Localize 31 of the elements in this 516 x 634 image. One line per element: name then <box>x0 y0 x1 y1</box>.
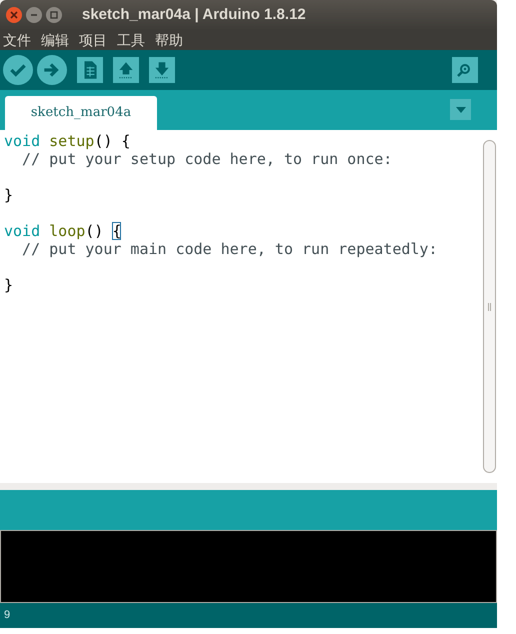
window-title: sketch_mar04a | Arduino 1.8.12 <box>82 4 306 25</box>
serial-monitor-button[interactable] <box>452 57 478 83</box>
code-token: } <box>4 186 14 204</box>
menu-item[interactable]: 文件 <box>3 30 31 50</box>
caret-icon <box>456 106 466 112</box>
minimize-icon[interactable] <box>26 7 42 23</box>
line-number: 9 <box>4 608 10 624</box>
scrollbar[interactable] <box>483 140 496 473</box>
new-button[interactable] <box>77 57 103 83</box>
sketch-tab[interactable]: sketch_mar04a <box>5 96 157 130</box>
code-token: () { <box>94 132 130 150</box>
matched-bracket: { <box>112 222 122 240</box>
code-token: void <box>4 222 42 240</box>
menu-item[interactable]: 帮助 <box>155 30 183 50</box>
menu-item[interactable]: 项目 <box>79 30 107 50</box>
verify-button[interactable] <box>3 55 33 85</box>
code-comment: // put your main code here, to run repeatedly: <box>21 240 438 258</box>
code-comment: // put your setup code here, to run once: <box>21 150 392 168</box>
close-icon[interactable] <box>6 7 22 23</box>
code-token: loop <box>49 222 86 240</box>
tab-menu-button[interactable] <box>450 99 471 120</box>
upload-button[interactable] <box>37 55 67 85</box>
open-button[interactable] <box>113 57 139 83</box>
menu-item[interactable]: 工具 <box>117 30 145 50</box>
menu-item[interactable]: 编辑 <box>41 30 69 50</box>
code-token: () <box>85 222 104 240</box>
maximize-icon[interactable] <box>46 7 62 23</box>
code-token: void <box>4 132 42 150</box>
code-token: setup <box>49 132 94 150</box>
save-button[interactable] <box>149 57 175 83</box>
code-token: } <box>4 276 14 294</box>
